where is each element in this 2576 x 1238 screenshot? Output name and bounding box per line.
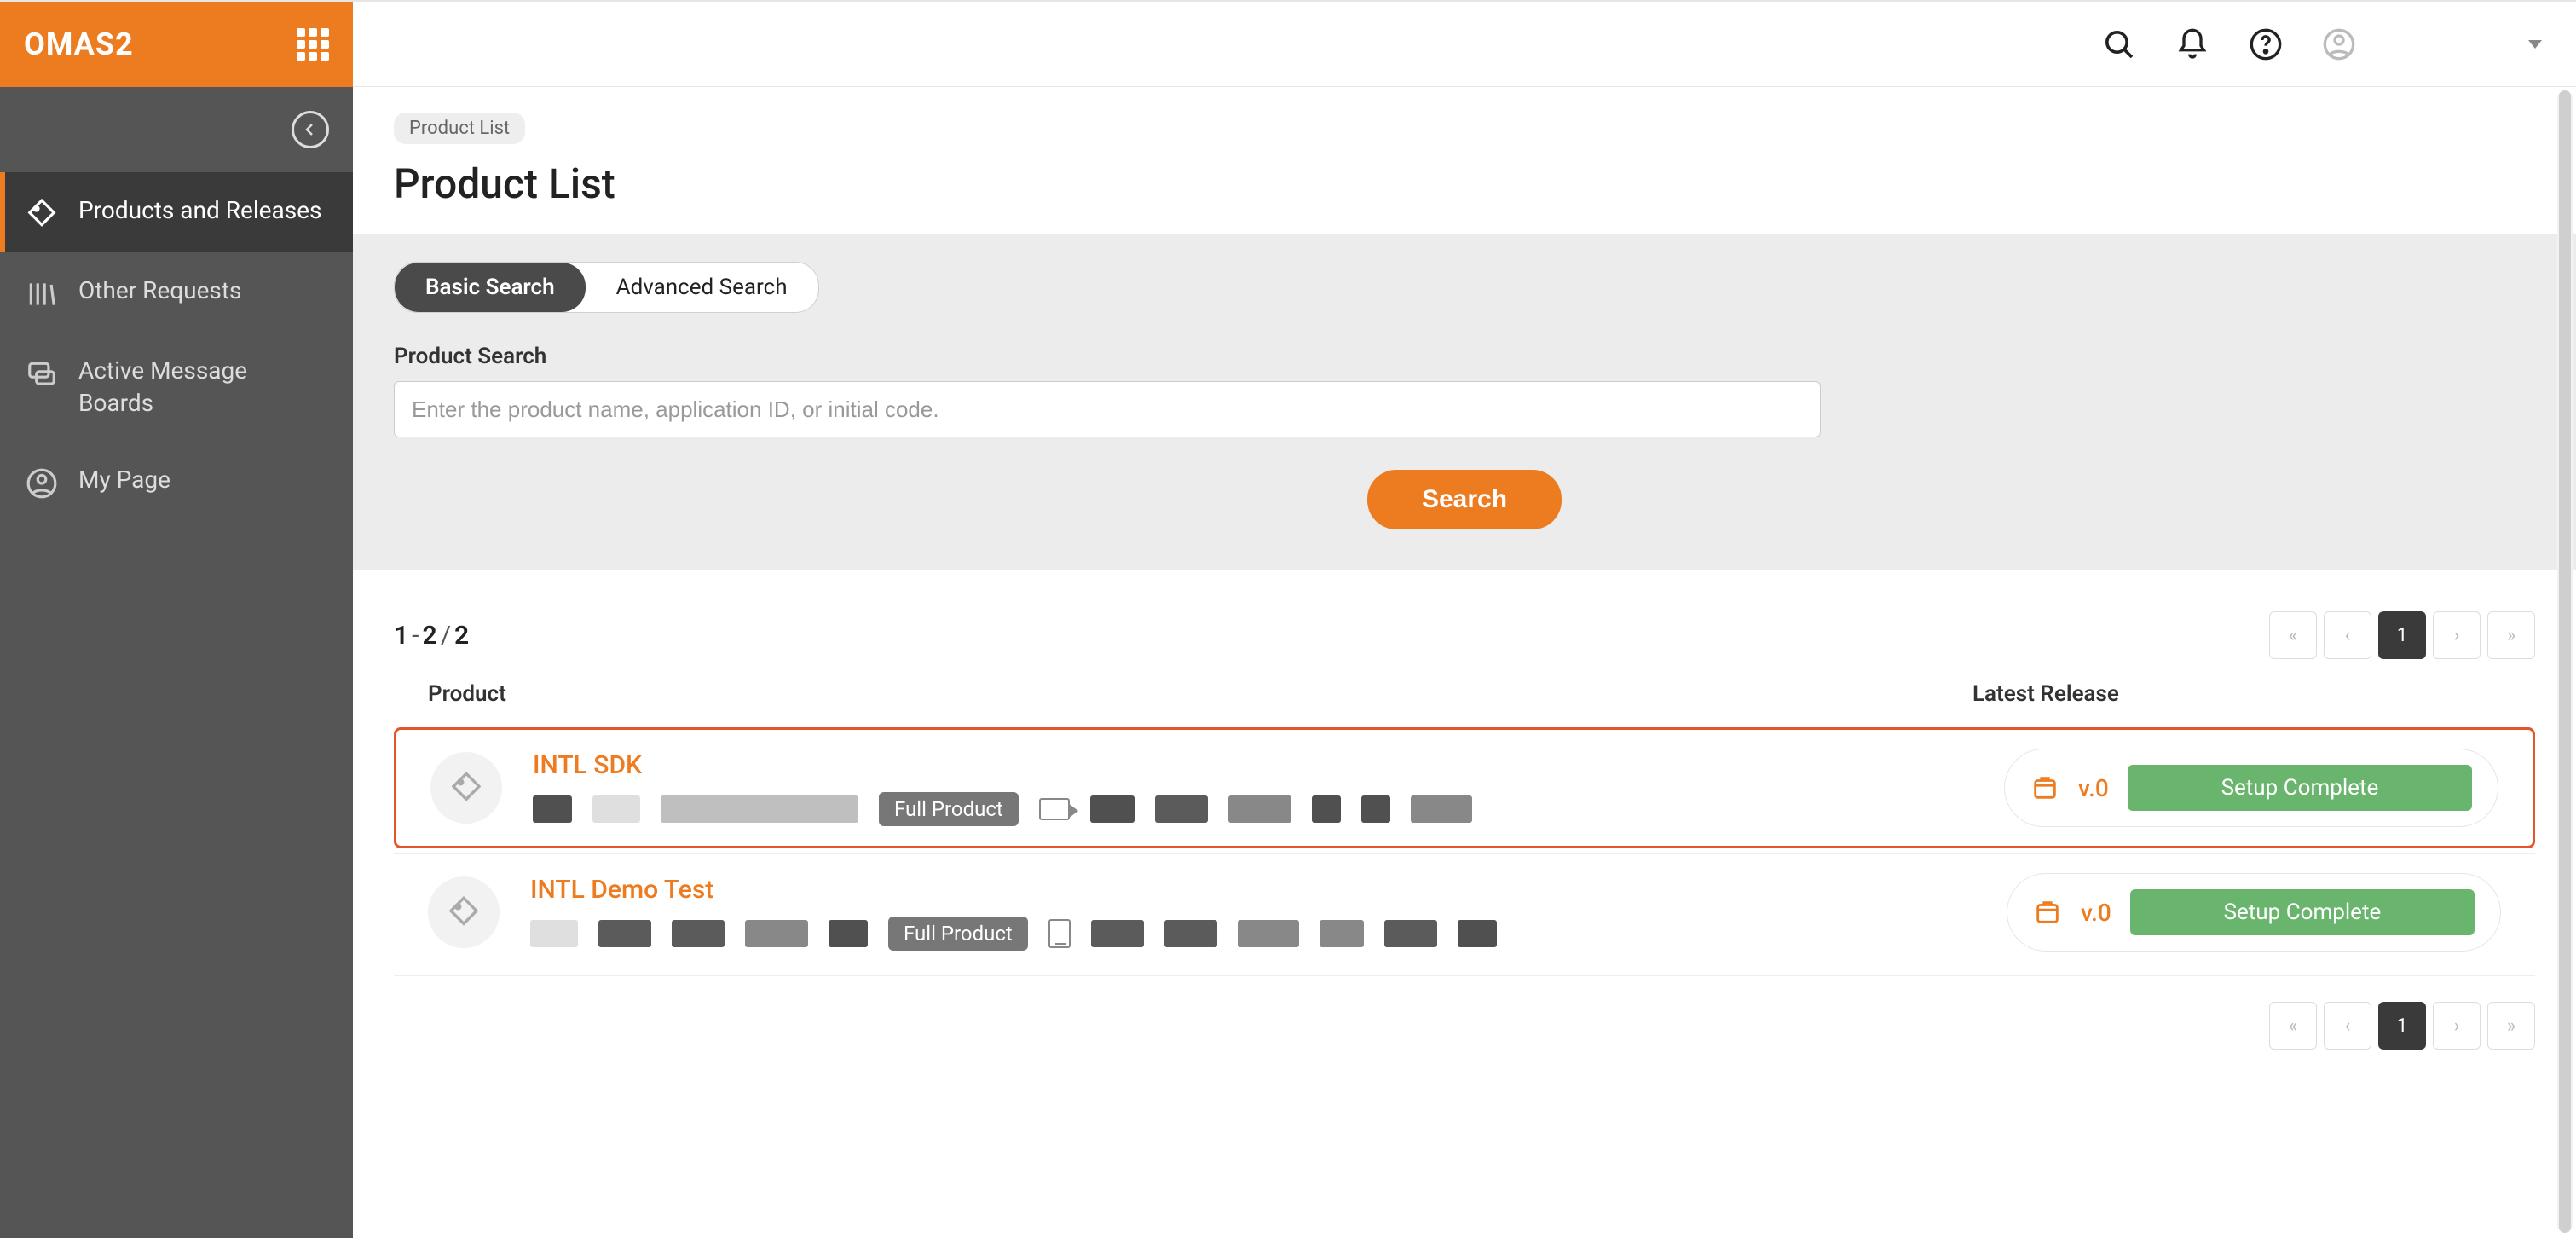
sidebar-nav: Products and Releases Other Requests Act… (0, 172, 353, 522)
pager-page-1[interactable]: 1 (2378, 1002, 2426, 1050)
redacted (1384, 920, 1437, 947)
pager-page-1[interactable]: 1 (2378, 611, 2426, 659)
tab-advanced-search[interactable]: Advanced Search (586, 263, 818, 312)
product-meta: Full Product (530, 917, 2007, 951)
pager-prev[interactable]: ‹ (2324, 1002, 2371, 1050)
sidebar-item-label: Active Message Boards (78, 355, 327, 419)
status-badge: Setup Complete (2128, 765, 2472, 811)
search-panel: Basic Search Advanced Search Product Sea… (353, 234, 2576, 570)
release-version: v.0 (2078, 774, 2109, 802)
redacted (1238, 920, 1299, 947)
product-name[interactable]: INTL Demo Test (530, 875, 2007, 905)
release-card[interactable]: v.0 Setup Complete (2004, 749, 2498, 827)
content-header: Product List Product List (353, 87, 2576, 234)
redacted (1312, 795, 1341, 823)
redacted (1090, 795, 1135, 823)
package-icon (2030, 773, 2059, 802)
collapse-sidebar-icon[interactable] (292, 111, 329, 148)
redacted (1228, 795, 1291, 823)
tab-basic-search[interactable]: Basic Search (395, 263, 586, 312)
table-row[interactable]: INTL Demo Test Full Product (394, 853, 2535, 970)
breadcrumb[interactable]: Product List (394, 113, 525, 144)
search-label: Product Search (394, 344, 2535, 369)
product-badge: Full Product (888, 917, 1028, 951)
package-icon (2033, 898, 2062, 927)
product-icon (430, 752, 502, 824)
sidebar-item-message-boards[interactable]: Active Message Boards (0, 333, 353, 442)
search-icon[interactable] (2102, 27, 2136, 61)
sidebar-item-my-page[interactable]: My Page (0, 442, 353, 522)
page-title: Product List (394, 159, 2535, 208)
sidebar: OMAS2 Products and Releases Other Reque (0, 2, 353, 1238)
product-badge: Full Product (879, 792, 1019, 826)
sidebar-item-products-releases[interactable]: Products and Releases (0, 172, 353, 252)
col-release: Latest Release (1972, 681, 2501, 707)
count-total: 2 (454, 621, 469, 651)
redacted (1458, 920, 1497, 947)
redacted (530, 920, 578, 947)
sidebar-item-other-requests[interactable]: Other Requests (0, 252, 353, 333)
col-product: Product (428, 681, 1972, 707)
user-menu-caret-icon[interactable] (2528, 40, 2542, 49)
pager-top: « ‹ 1 › » (2269, 611, 2535, 659)
pager-last[interactable]: » (2487, 611, 2535, 659)
pager-first[interactable]: « (2269, 1002, 2317, 1050)
main: Product List Product List Basic Search A… (353, 2, 2576, 1238)
count-from: 1 (394, 621, 408, 651)
redacted (661, 795, 858, 823)
redacted (533, 795, 572, 823)
search-button[interactable]: Search (1367, 470, 1562, 529)
tag-icon (26, 198, 58, 230)
brand-bar: OMAS2 (0, 2, 353, 87)
redacted (1164, 920, 1217, 947)
pager-next[interactable]: › (2433, 1002, 2481, 1050)
redacted (829, 920, 868, 947)
redacted (1361, 795, 1390, 823)
product-icon (428, 876, 500, 948)
pager-last[interactable]: » (2487, 1002, 2535, 1050)
sidebar-collapse-row (0, 87, 353, 172)
pager-bottom-row: « ‹ 1 › » (353, 976, 2576, 1075)
profile-icon[interactable] (2322, 27, 2356, 61)
pager-prev[interactable]: ‹ (2324, 611, 2371, 659)
camera-icon (1039, 798, 1070, 820)
topbar (353, 2, 2576, 87)
pager-bottom: « ‹ 1 › » (2269, 1002, 2535, 1050)
library-icon (26, 278, 58, 310)
release-card[interactable]: v.0 Setup Complete (2007, 873, 2501, 952)
device-icon (1048, 919, 1071, 948)
product-meta: Full Product (533, 792, 2004, 826)
product-search-input[interactable] (394, 381, 1821, 437)
sidebar-item-label: Other Requests (78, 275, 242, 307)
user-icon (26, 467, 58, 500)
product-name[interactable]: INTL SDK (533, 750, 2004, 780)
help-icon[interactable] (2249, 27, 2283, 61)
release-version: v.0 (2081, 899, 2111, 927)
redacted (1411, 795, 1472, 823)
redacted (598, 920, 651, 947)
results: 1-2/2 « ‹ 1 › » Product Latest Release (353, 570, 2576, 976)
redacted (1320, 920, 1364, 947)
redacted (745, 920, 808, 947)
redacted (1155, 795, 1208, 823)
table-row[interactable]: INTL SDK Full Product (394, 727, 2535, 848)
brand-name: OMAS2 (24, 26, 134, 62)
redacted (592, 795, 640, 823)
status-badge: Setup Complete (2130, 889, 2475, 935)
pager-first[interactable]: « (2269, 611, 2317, 659)
redacted (1091, 920, 1144, 947)
bell-icon[interactable] (2175, 27, 2209, 61)
sidebar-item-label: My Page (78, 464, 170, 496)
table-header: Product Latest Release (394, 659, 2535, 722)
chat-icon (26, 358, 58, 390)
apps-grid-icon[interactable] (297, 28, 329, 61)
results-count: 1-2/2 (394, 621, 469, 651)
redacted (672, 920, 725, 947)
sidebar-item-label: Products and Releases (78, 194, 321, 227)
search-tabs: Basic Search Advanced Search (394, 262, 819, 313)
count-to: 2 (422, 621, 436, 651)
scrollbar[interactable] (2557, 90, 2573, 1233)
pager-next[interactable]: › (2433, 611, 2481, 659)
